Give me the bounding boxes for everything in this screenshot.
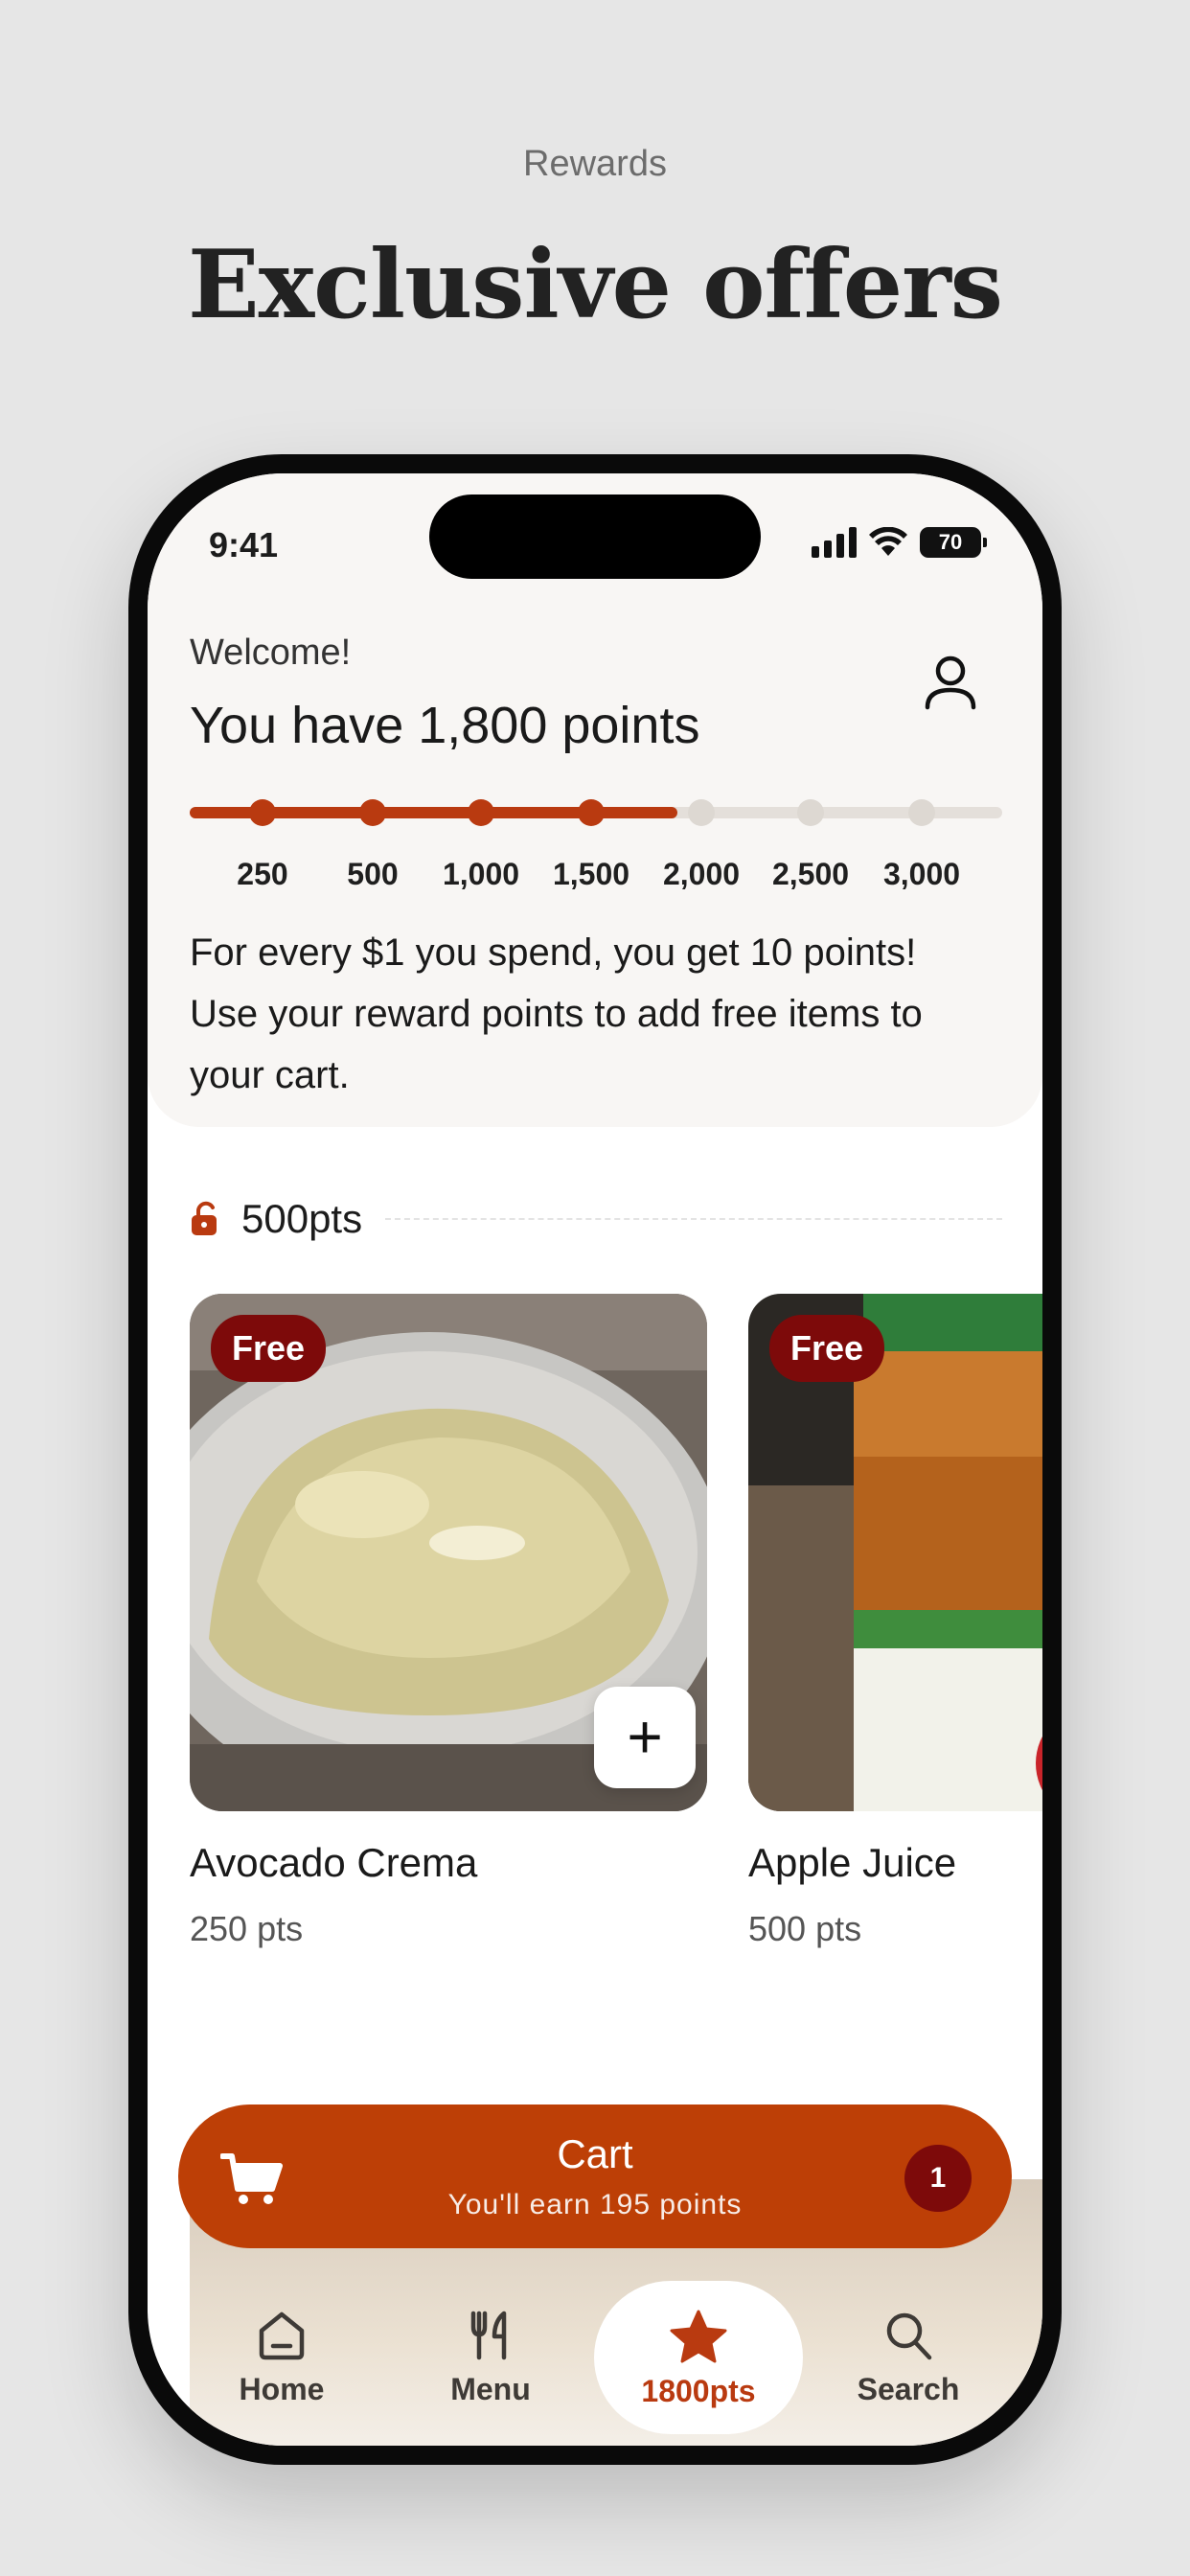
milestone-dot bbox=[797, 799, 824, 826]
tier-divider bbox=[385, 1218, 1002, 1220]
signal-icon bbox=[812, 527, 857, 558]
bottom-tab-bar: Home Menu 1800pts Search bbox=[148, 2275, 1042, 2446]
avocado-crema-image: Free + bbox=[190, 1294, 707, 1811]
rewards-summary-card: 9:41 70 Welcome! You have 1,800 points 2… bbox=[148, 473, 1042, 1127]
milestone-label: 2,000 bbox=[662, 857, 741, 891]
tab-rewards[interactable]: 1800pts bbox=[594, 2281, 803, 2434]
cart-title: Cart bbox=[557, 2131, 633, 2176]
milestone-dot bbox=[249, 799, 276, 826]
free-badge: Free bbox=[211, 1315, 327, 1382]
wifi-icon bbox=[869, 527, 907, 556]
milestone-label: 3,000 bbox=[882, 857, 961, 891]
status-time: 9:41 bbox=[209, 525, 279, 564]
tab-label: Home bbox=[239, 2372, 325, 2406]
cart-count-badge: 1 bbox=[904, 2145, 972, 2212]
home-icon bbox=[259, 2312, 305, 2360]
milestone-label: 2,500 bbox=[771, 857, 850, 891]
profile-icon[interactable] bbox=[922, 652, 979, 713]
battery-icon: 70 bbox=[920, 527, 987, 558]
item-name: Apple Juice bbox=[748, 1840, 957, 1885]
welcome-text: Welcome! bbox=[190, 632, 352, 673]
search-icon bbox=[886, 2312, 932, 2360]
tab-label: Menu bbox=[450, 2372, 531, 2406]
tier-header: 500pts bbox=[190, 1190, 1002, 1248]
points-progress-bar bbox=[190, 799, 1002, 826]
phone-frame: 9:41 70 Welcome! You have 1,800 points 2… bbox=[128, 454, 1062, 2465]
tab-label: Search bbox=[857, 2372, 960, 2406]
phone-screen: 9:41 70 Welcome! You have 1,800 points 2… bbox=[148, 473, 1042, 2446]
free-badge: Free bbox=[769, 1315, 885, 1382]
points-balance: You have 1,800 points bbox=[190, 697, 700, 754]
milestone-label: 250 bbox=[237, 857, 288, 891]
item-points: 250 pts bbox=[190, 1909, 304, 1948]
item-name: Avocado Crema bbox=[190, 1840, 478, 1885]
tab-home[interactable]: Home bbox=[176, 2275, 387, 2438]
item-points: 500 pts bbox=[748, 1909, 862, 1948]
tab-label: 1800pts bbox=[641, 2374, 756, 2408]
add-to-cart-button[interactable]: + bbox=[594, 1687, 696, 1788]
reward-item-card[interactable]: Free Apple Juice 500 pts bbox=[748, 1294, 1042, 1949]
points-explanation: For every $1 you spend, you get 10 point… bbox=[190, 932, 923, 1096]
milestone-label: 500 bbox=[347, 857, 399, 891]
utensils-icon bbox=[470, 2311, 507, 2360]
milestone-label: 1,000 bbox=[442, 857, 520, 891]
milestone-dot bbox=[578, 799, 605, 826]
page-headline: Exclusive offers bbox=[188, 230, 1003, 340]
tab-search[interactable]: Search bbox=[803, 2275, 1014, 2438]
milestone-dot bbox=[908, 799, 935, 826]
milestone-dot bbox=[688, 799, 715, 826]
reward-item-card[interactable]: Free + Avocado Crema 250 pts bbox=[190, 1294, 707, 1949]
milestone-label: 1,500 bbox=[552, 857, 630, 891]
tab-menu[interactable]: Menu bbox=[385, 2275, 596, 2438]
tier-label: 500pts bbox=[241, 1196, 363, 1241]
cart-earn-text: You'll earn 195 points bbox=[447, 2189, 743, 2220]
page-eyebrow: Rewards bbox=[523, 144, 667, 184]
unlock-icon bbox=[192, 1201, 217, 1235]
milestone-dot bbox=[359, 799, 386, 826]
star-icon bbox=[670, 2310, 727, 2363]
milestone-dot bbox=[468, 799, 494, 826]
status-icons: 70 bbox=[812, 527, 987, 558]
apple-juice-image: Free bbox=[748, 1294, 1042, 1811]
dynamic-island bbox=[429, 494, 761, 579]
cart-button[interactable]: Cart You'll earn 195 points 1 bbox=[178, 2104, 1012, 2248]
